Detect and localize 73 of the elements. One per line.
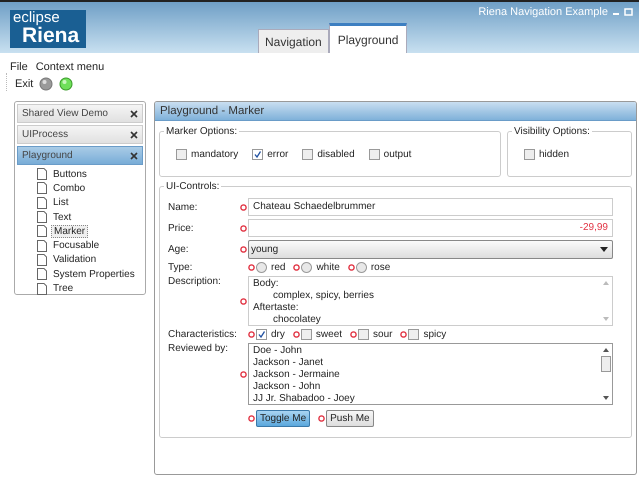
tree-item[interactable]: Buttons	[51, 168, 89, 180]
scroll-up-icon[interactable]	[603, 348, 609, 352]
close-icon[interactable]	[130, 130, 138, 138]
checkbox[interactable]: dry	[256, 329, 285, 340]
name-field[interactable]: Chateau Schaedelbrummer	[248, 198, 613, 216]
tree-item[interactable]: Validation	[51, 254, 98, 266]
checkmark-icon	[253, 150, 262, 159]
tree-item[interactable]: Text	[51, 212, 74, 223]
document-icon	[37, 196, 47, 209]
group-title: Visibility Options:	[513, 126, 591, 137]
price-field[interactable]: -29,99	[248, 219, 613, 237]
document-icon	[37, 211, 47, 224]
checkbox[interactable]: sweet	[300, 329, 342, 340]
tree-item[interactable]: List	[51, 197, 71, 208]
group-title: Marker Options:	[165, 126, 238, 137]
tree-item[interactable]: Focusable	[51, 240, 102, 252]
view-title: Playground - Marker	[155, 102, 636, 121]
field-label: Age:	[168, 244, 190, 255]
checkbox[interactable]: mandatory	[176, 149, 238, 160]
tree-item[interactable]: Combo	[51, 182, 88, 194]
radio-button[interactable]: rose	[356, 262, 390, 273]
close-icon[interactable]	[130, 110, 138, 118]
checkbox[interactable]: hidden	[524, 149, 570, 160]
field-label: Price:	[168, 222, 195, 234]
logo-text: Riena	[22, 25, 80, 46]
radio-button[interactable]: white	[301, 262, 340, 273]
menu-item[interactable]: File	[10, 61, 28, 73]
reviewer-entry[interactable]: Jackson - John	[253, 381, 355, 393]
checkmark-icon	[257, 330, 266, 339]
checkbox[interactable]: sour	[358, 329, 392, 340]
document-icon	[37, 240, 47, 252]
reviewer-entry[interactable]: Jackson - Janet	[253, 357, 355, 369]
reviewer-entry[interactable]: Jackson - Jermaine	[253, 369, 355, 381]
document-icon	[37, 182, 47, 194]
status-light-icon[interactable]	[39, 77, 54, 91]
document-icon	[37, 282, 47, 295]
checkbox[interactable]: spicy	[408, 329, 446, 340]
form-button[interactable]: Toggle Me	[256, 410, 310, 427]
age-dropdown[interactable]: young	[248, 240, 613, 259]
checkbox[interactable]: output	[368, 149, 412, 160]
maximize-icon[interactable]	[624, 8, 633, 16]
group-title: UI-Controls:	[165, 181, 220, 192]
menu-item[interactable]: Context menu	[36, 61, 104, 73]
field-label: Reviewed by:	[168, 343, 230, 354]
field-label: Type:	[168, 262, 194, 273]
perspective-tab[interactable]: Navigation	[258, 29, 329, 53]
module-header[interactable]: UIProcess	[17, 125, 143, 144]
dropdown-arrow-icon	[600, 247, 608, 252]
checkbox[interactable]: error	[252, 149, 288, 160]
exit-button[interactable]: Exit	[15, 78, 34, 90]
form-button[interactable]: Push Me	[326, 410, 374, 427]
document-icon	[37, 168, 47, 180]
module-header[interactable]: Playground	[17, 146, 143, 165]
field-label: Description:	[168, 276, 222, 287]
logo-text: eclipse	[12, 10, 61, 25]
status-light-icon[interactable]	[59, 77, 74, 91]
perspective-tab[interactable]: Playground	[328, 23, 408, 53]
close-icon[interactable]	[130, 152, 138, 160]
reviewer-entry[interactable]: Doe - John	[253, 345, 355, 357]
field-label: Name:	[168, 202, 198, 212]
tree-item[interactable]: System Properties	[51, 268, 137, 280]
scroll-down-icon[interactable]	[603, 396, 609, 400]
window-title: Riena Navigation Example	[478, 6, 608, 18]
document-icon	[37, 268, 47, 280]
field-label: Characteristics:	[168, 329, 238, 340]
checkbox[interactable]: disabled	[302, 149, 355, 160]
module-header[interactable]: Shared View Demo	[17, 104, 143, 123]
tree-item[interactable]: Tree	[51, 283, 76, 294]
document-icon	[37, 254, 47, 266]
radio-button[interactable]: red	[256, 262, 286, 273]
reviewer-entry[interactable]: JJ Jr. Shabadoo - Joey	[253, 393, 355, 405]
document-icon	[37, 225, 47, 238]
tree-item[interactable]: Marker	[51, 224, 88, 238]
